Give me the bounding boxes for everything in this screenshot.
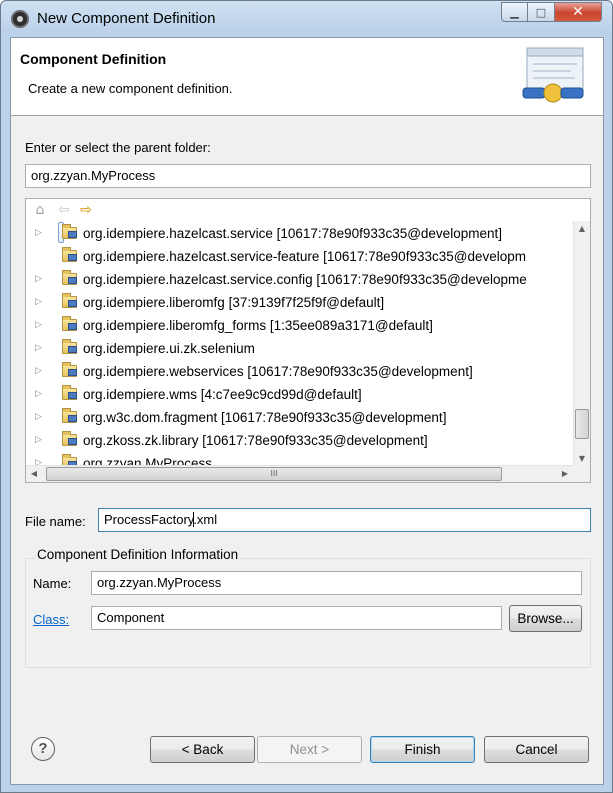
back-button[interactable]: < Back	[150, 736, 255, 763]
app-icon	[11, 10, 29, 28]
next-button[interactable]: Next >	[257, 736, 362, 763]
tree-item-label: org.idempiere.liberomfg [37:9139f7f25f9f…	[83, 295, 385, 310]
folder-icon	[62, 293, 77, 308]
page-description: Create a new component definition.	[28, 81, 233, 96]
folder-tree: ⌂ ⇦ ⇨ ▷ org.idempiere.hazelcast.service […	[25, 198, 591, 483]
expand-arrow-icon[interactable]: ▷	[35, 291, 45, 312]
tree-item-label: org.idempiere.ui.zk.selenium	[83, 341, 255, 356]
tree-row[interactable]: ▷ org.idempiere.liberomfg [37:9139f7f25f9…	[26, 290, 571, 313]
close-button[interactable]: ✕	[555, 2, 602, 22]
dialog-client-area: Component Definition Create a new compon…	[10, 37, 604, 785]
component-wizard-icon	[522, 47, 584, 103]
file-name-value-end: .xml	[193, 512, 218, 527]
tree-row[interactable]: ▷ org.idempiere.liberomfg_forms [1:35ee08…	[26, 313, 571, 336]
expand-arrow-icon[interactable]: ▷	[35, 314, 45, 335]
close-icon: ✕	[572, 4, 584, 20]
tree-row[interactable]: ▷ org.idempiere.webservices [10617:78e90f…	[26, 359, 571, 382]
minimize-icon: ▁	[510, 5, 519, 19]
folder-icon	[62, 316, 77, 331]
tree-item[interactable]: org.idempiere.hazelcast.service [10617:7…	[58, 222, 502, 243]
file-name-label: File name:	[25, 514, 86, 529]
tree-item[interactable]: org.idempiere.webservices [10617:78e90f9…	[58, 360, 473, 381]
vertical-scrollbar[interactable]: ▲ ▼	[573, 221, 590, 467]
tree-item[interactable]: org.idempiere.hazelcast.service.config […	[58, 268, 527, 289]
folder-icon	[62, 408, 77, 423]
tree-item[interactable]: org.idempiere.hazelcast.service-feature …	[58, 245, 526, 266]
tree-item-label: org.zkoss.zk.library [10617:78e90f933c35…	[83, 433, 428, 448]
component-info-title: Component Definition Information	[34, 547, 242, 562]
tree-item[interactable]: org.idempiere.ui.zk.selenium	[58, 337, 255, 358]
parent-folder-input[interactable]: org.zzyan.MyProcess	[25, 164, 591, 188]
expand-arrow-icon[interactable]: ▷	[35, 222, 45, 243]
tree-item-label: org.idempiere.liberomfg_forms [1:35ee089…	[83, 318, 433, 333]
horizontal-scrollbar[interactable]: ◀ III ▶	[26, 465, 573, 482]
forward-arrow-icon[interactable]: ⇨	[78, 202, 94, 218]
title-bar[interactable]: New Component Definition ▁ □ ✕	[1, 1, 612, 37]
tree-toolbar: ⌂ ⇦ ⇨	[26, 199, 590, 221]
maximize-icon: □	[535, 5, 547, 19]
maximize-button[interactable]: □	[528, 2, 555, 22]
tree-row[interactable]: ▷ org.idempiere.hazelcast.service.config …	[26, 267, 571, 290]
tree-item[interactable]: org.idempiere.liberomfg_forms [1:35ee089…	[58, 314, 433, 335]
file-name-input[interactable]: ProcessFactory.xml	[98, 508, 591, 532]
expand-arrow-icon[interactable]: ▷	[35, 383, 45, 404]
horizontal-scroll-thumb[interactable]: III	[46, 467, 502, 481]
tree-item[interactable]: org.idempiere.liberomfg [37:9139f7f25f9f…	[58, 291, 384, 312]
tree-item-label: org.idempiere.wms [4:c7ee9c9cd99d@defaul…	[83, 387, 362, 402]
tree-list: ▷ org.idempiere.hazelcast.service [10617:…	[26, 221, 571, 467]
dialog-window: New Component Definition ▁ □ ✕ Component…	[0, 0, 613, 793]
expand-arrow-icon[interactable]: ▷	[35, 406, 45, 427]
tree-row[interactable]: ▷ org.idempiere.ui.zk.selenium	[26, 336, 571, 359]
tree-row[interactable]: ▷ org.idempiere.hazelcast.service [10617:…	[26, 221, 571, 244]
minimize-button[interactable]: ▁	[501, 2, 528, 22]
tree-item-label: org.idempiere.hazelcast.service-feature …	[83, 249, 526, 264]
name-input[interactable]: org.zzyan.MyProcess	[91, 571, 582, 595]
expand-arrow-icon[interactable]: ▷	[35, 429, 45, 450]
folder-icon	[62, 224, 77, 239]
tree-item-label: org.idempiere.hazelcast.service [10617:7…	[83, 226, 502, 241]
class-link[interactable]: Class:	[33, 612, 69, 627]
tree-row[interactable]: org.idempiere.hazelcast.service-feature …	[26, 244, 571, 267]
tree-item-label: org.idempiere.hazelcast.service.config […	[83, 272, 527, 287]
expand-arrow-icon[interactable]: ▷	[35, 268, 45, 289]
folder-icon	[62, 339, 77, 354]
tree-row[interactable]: ▷ org.idempiere.wms [4:c7ee9c9cd99d@defau…	[26, 382, 571, 405]
folder-icon	[62, 362, 77, 377]
home-icon[interactable]: ⌂	[32, 202, 48, 218]
name-label: Name:	[33, 576, 72, 591]
browse-button[interactable]: Browse...	[509, 605, 582, 632]
wizard-banner: Component Definition Create a new compon…	[11, 38, 603, 116]
help-icon[interactable]: ?	[31, 737, 55, 761]
tree-item[interactable]: org.idempiere.wms [4:c7ee9c9cd99d@defaul…	[58, 383, 362, 404]
tree-item-label: org.idempiere.webservices [10617:78e90f9…	[83, 364, 473, 379]
scroll-right-icon[interactable]: ▶	[557, 466, 573, 482]
window-title: New Component Definition	[37, 10, 216, 27]
tree-item[interactable]: org.zkoss.zk.library [10617:78e90f933c35…	[58, 429, 428, 450]
back-arrow-icon[interactable]: ⇦	[56, 202, 72, 218]
parent-folder-label: Enter or select the parent folder:	[25, 140, 211, 155]
folder-icon	[62, 385, 77, 400]
page-title: Component Definition	[20, 51, 167, 67]
cancel-button[interactable]: Cancel	[484, 736, 589, 763]
tree-item[interactable]: org.w3c.dom.fragment [10617:78e90f933c35…	[58, 406, 446, 427]
scroll-up-icon[interactable]: ▲	[574, 221, 590, 237]
tree-item-label: org.w3c.dom.fragment [10617:78e90f933c35…	[83, 410, 447, 425]
folder-icon	[62, 270, 77, 285]
vertical-scroll-thumb[interactable]	[575, 409, 589, 439]
tree-row[interactable]: ▷ org.zkoss.zk.library [10617:78e90f933c3…	[26, 428, 571, 451]
expand-arrow-icon[interactable]: ▷	[35, 337, 45, 358]
scroll-left-icon[interactable]: ◀	[26, 466, 42, 482]
expand-arrow-icon[interactable]: ▷	[35, 360, 45, 381]
file-name-value-start: ProcessFactory	[104, 512, 195, 527]
scroll-corner	[573, 465, 590, 482]
folder-icon	[62, 431, 77, 446]
folder-icon	[62, 247, 77, 262]
class-input[interactable]: Component	[91, 606, 502, 630]
finish-button[interactable]: Finish	[370, 736, 475, 763]
tree-row[interactable]: ▷ org.w3c.dom.fragment [10617:78e90f933c3…	[26, 405, 571, 428]
window-controls: ▁ □ ✕	[501, 2, 602, 22]
